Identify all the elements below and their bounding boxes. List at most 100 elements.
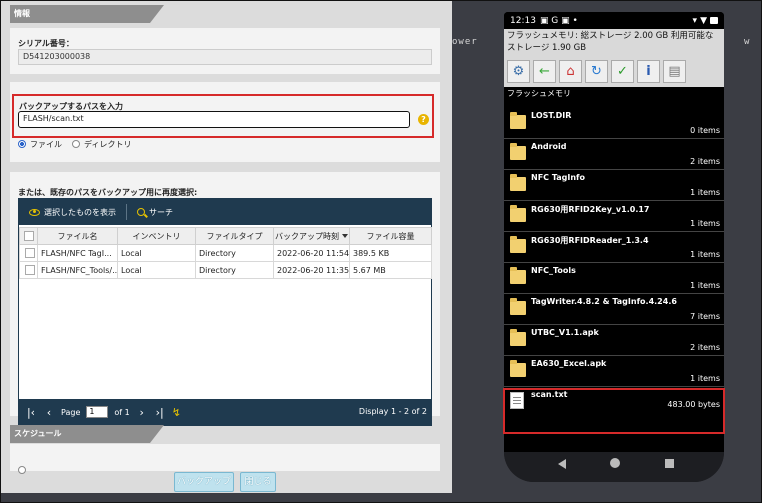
list-item[interactable]: NFC_Tools 1 items [504,263,724,294]
cell-backup-time: 2022-06-20 11:54... [273,244,350,262]
eye-icon [29,208,40,216]
nav-back-icon[interactable] [558,459,566,469]
android-nav-bar [504,452,724,482]
back-arrow-icon[interactable]: ← [533,59,556,83]
status-app-icons: ▣ G ▣ • [539,15,578,26]
list-item[interactable]: EA630_Excel.apk 1 items [504,356,724,387]
status-time: 12:13 [510,15,536,26]
watermark-left: ower [452,37,478,47]
card-icon[interactable]: ▤ [663,59,686,83]
list-item[interactable]: LOST.DIR 0 items [504,108,724,139]
show-selected-button[interactable]: 選択したものを表示 [25,203,120,221]
list-item[interactable]: RG630用RFIDReader_1.3.4 1 items [504,232,724,263]
schedule-card [10,444,440,474]
search-icon [137,208,145,216]
refresh-bolt-icon[interactable]: ↯ [172,406,181,419]
watermark-right: w [744,37,751,47]
file-manager-title: フラッシュメモリ: 総ストレージ 2.00 GB 利用可能なストレージ 1.90… [504,29,724,55]
folder-icon [510,112,526,129]
first-page-icon[interactable]: |‹ [25,406,37,419]
folder-icon [510,329,526,346]
gear-icon[interactable]: ⚙ [507,59,530,83]
column-header-backup-time[interactable]: バックアップ時刻 [273,227,350,245]
help-icon[interactable]: ? [418,114,429,125]
nav-recents-icon[interactable] [665,459,674,468]
page-label: Page [61,407,81,417]
status-bar: 12:13 ▣ G ▣ • ▾ ▼ [504,12,724,29]
cell-filename: FLASH/NFC_Tools/... [37,261,118,279]
list-item[interactable]: TagWriter.4.8.2 & TagInfo.4.24.6 7 items [504,294,724,325]
dialog-buttons: バックアップ 閉じる [0,471,452,493]
prev-page-icon[interactable]: ‹ [43,406,55,419]
breadcrumb: フラッシュメモリ [504,87,724,100]
grid-toolbar: 選択したものを表示 サーチ [19,199,431,225]
directory-radio-label: ディレクトリ [84,139,132,149]
next-page-icon[interactable]: › [136,406,148,419]
list-item[interactable]: Android 2 items [504,139,724,170]
select-all-checkbox-cell[interactable] [19,227,38,245]
device-screen: 12:13 ▣ G ▣ • ▾ ▼ フラッシュメモリ: 総ストレージ 2.00 … [504,12,724,452]
page-count-label: of 1 [114,407,130,417]
file-radio-label: ファイル [30,139,62,149]
file-manager-toolbar: ⚙ ← ⌂ ↻ ✓ i ▤ [504,55,724,87]
page-number-input[interactable]: 1 [86,406,109,418]
column-header-filename[interactable]: ファイル名 [37,227,118,245]
cell-inventory: Local [117,244,196,262]
table-row[interactable]: FLASH/NFC TagI... Local Directory 2022-0… [19,244,432,262]
last-page-icon[interactable]: ›| [154,406,166,419]
folder-icon [510,360,526,377]
nav-home-icon[interactable] [610,458,620,468]
check-tree-icon[interactable]: ✓ [611,59,634,83]
column-header-filetype[interactable]: ファイルタイプ [195,227,274,245]
wifi-icon: ▼ [700,15,707,26]
folder-icon [510,143,526,160]
file-list: LOST.DIR 0 items Android 2 items NFC TagIn… [504,108,724,429]
path-card: バックアップするパスを入力 FLASH/scan.txt ? [10,82,440,162]
backup-button[interactable]: バックアップ [174,472,234,492]
cell-backup-time: 2022-06-20 11:35... [273,261,350,279]
list-item[interactable]: RG630用RFID2Key_v1.0.17 1 items [504,201,724,232]
toolbar-divider [126,204,127,220]
list-item[interactable]: UTBC_V1.1.apk 2 items [504,325,724,356]
serial-field: D541203000038 [18,49,432,65]
cell-inventory: Local [117,261,196,279]
serial-label: シリアル番号： [18,39,74,48]
folder-icon [510,267,526,284]
status-right-icons: ▾ ▼ [693,16,718,26]
close-button[interactable]: 閉じる [240,472,276,492]
table-row[interactable]: FLASH/NFC_Tools/... Local Directory 2022… [19,261,432,279]
column-header-inventory[interactable]: インベントリ [117,227,196,245]
cell-filetype: Directory [195,261,274,279]
home-icon[interactable]: ⌂ [559,59,582,83]
folder-icon [510,174,526,191]
existing-paths-grid: 選択したものを表示 サーチ ファイル名 インベントリ ファイルタイプ バックアッ… [18,198,432,426]
file-radio[interactable] [18,140,26,148]
paths-table: ファイル名 インベントリ ファイルタイプ バックアップ時刻 ファイル容量 FLA… [19,227,432,279]
row-checkbox[interactable] [25,248,35,258]
backup-dialog: 情報 シリアル番号： D541203000038 バックアップするパスを入力 F… [0,0,452,503]
refresh-icon[interactable]: ↻ [585,59,608,83]
search-button[interactable]: サーチ [133,203,177,221]
column-header-filesize[interactable]: ファイル容量 [349,227,432,245]
info-icon[interactable]: i [637,59,660,83]
row-checkbox[interactable] [25,265,35,275]
list-item[interactable]: NFC TagInfo 1 items [504,170,724,201]
directory-radio[interactable] [72,140,80,148]
location-icon: ▾ [692,15,698,26]
file-highlight-box [503,388,725,434]
cell-filesize: 5.67 MB [349,261,432,279]
folder-icon [510,298,526,315]
select-all-checkbox[interactable] [23,231,34,241]
backup-path-input[interactable]: FLASH/scan.txt [18,111,410,128]
search-label: サーチ [149,207,173,217]
grid-pager: |‹ ‹ Page 1 of 1 › ›| ↯ Display 1 - 2 of… [19,399,431,425]
existing-paths-label: または、既存のパスをバックアップ用に再度選択: [18,188,198,197]
sort-desc-icon[interactable] [342,234,348,238]
path-type-radios: ファイル ディレクトリ [18,138,131,150]
cell-filetype: Directory [195,244,274,262]
display-count: Display 1 - 2 of 2 [358,407,427,416]
battery-icon [710,17,718,24]
info-section-header: 情報 [10,5,164,23]
cell-filename: FLASH/NFC TagI... [37,244,118,262]
serial-card: シリアル番号： D541203000038 [10,28,440,74]
